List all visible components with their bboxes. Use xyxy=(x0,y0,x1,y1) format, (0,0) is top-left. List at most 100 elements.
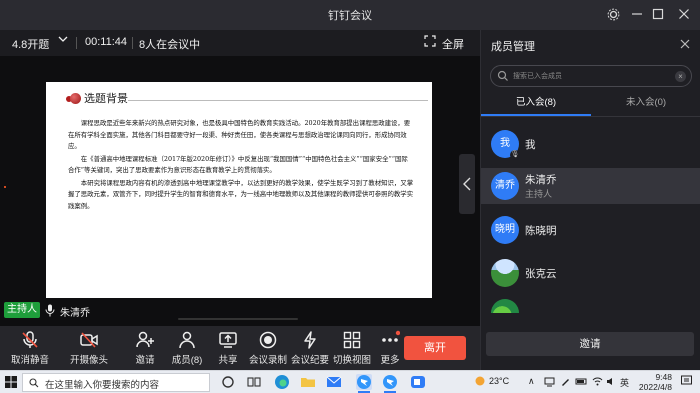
meeting-title[interactable]: 4.8开题 xyxy=(12,36,49,52)
invite-button-panel[interactable]: 邀请 xyxy=(486,332,694,356)
more-button[interactable]: 更多 xyxy=(376,330,404,366)
slide-paragraph: 课程思政是近些年来新兴的热点研究对象，也是极具中国特色的教育实践活动。2020年… xyxy=(68,119,411,150)
meeting-duration: 00:11:44 xyxy=(85,36,128,48)
tab-not-joined[interactable]: 未入会(0) xyxy=(591,94,700,108)
volume-icon[interactable] xyxy=(606,376,617,389)
slide-scrollbar[interactable] xyxy=(178,318,298,320)
mic-small-icon: 🎙 xyxy=(510,150,520,160)
chevron-down-icon[interactable] xyxy=(58,34,68,47)
member-item[interactable]: 清乔 朱清乔 主持人 xyxy=(481,168,700,204)
weather-icon[interactable] xyxy=(474,375,486,389)
clock-time: 9:48 xyxy=(655,372,672,382)
notes-button[interactable]: 会议纪要 xyxy=(290,330,330,366)
video-app-icon[interactable] xyxy=(410,374,426,390)
edge-browser-icon[interactable] xyxy=(274,374,290,390)
search-icon xyxy=(497,70,508,81)
dingtalk-meeting-icon[interactable] xyxy=(382,374,398,393)
share-button[interactable]: 共享 xyxy=(214,330,242,366)
participants-status: 8人在会议中 xyxy=(139,39,201,51)
slide-paragraph: 本研究将课程思政内容有机的渗透到高中地理课堂教学中，以达到更好的教学效果，使学生… xyxy=(68,178,414,210)
member-name: 我 xyxy=(525,139,536,151)
members-panel: 成员管理 搜索已入会成员 × 已入会(8) 未入会(0) 我 🎙 我 清乔 朱清… xyxy=(480,30,700,370)
slide-heading: 选题背景 xyxy=(84,92,128,105)
restore-icon[interactable] xyxy=(649,5,667,23)
divider xyxy=(132,37,133,49)
windows-start-icon[interactable] xyxy=(5,376,17,388)
members-icon xyxy=(179,331,195,349)
member-search-input[interactable]: 搜索已入会成员 × xyxy=(490,65,692,87)
network-icon[interactable] xyxy=(544,376,555,389)
mic-muted-icon xyxy=(22,331,38,348)
avatar xyxy=(491,259,519,287)
panel-title: 成员管理 xyxy=(491,41,535,53)
tray-chevron-icon[interactable]: ∧ xyxy=(528,376,535,387)
camera-button[interactable]: 开摄像头 xyxy=(68,330,110,366)
bullet-ball-icon xyxy=(70,93,81,104)
slide-paragraph: 在《普通高中地理课程标准（2017年版2020年修订）》中反复出现“我国国情”“… xyxy=(68,154,408,175)
toolbar-label: 会议纪要 xyxy=(290,355,329,366)
avatar: 清乔 xyxy=(491,172,519,200)
member-name: 朱清乔 xyxy=(525,174,557,186)
wifi-icon[interactable] xyxy=(592,376,603,389)
tab-joined[interactable]: 已入会(8) xyxy=(481,94,591,108)
notification-icon[interactable] xyxy=(680,374,693,389)
share-screen-icon xyxy=(219,332,237,348)
member-item[interactable]: 我 🎙 我 xyxy=(481,126,700,162)
settings-icon[interactable] xyxy=(604,5,622,23)
member-name: 陈晓明 xyxy=(525,225,557,237)
toolbar-label: 邀请 xyxy=(135,355,155,366)
divider xyxy=(76,37,77,49)
minimize-icon[interactable] xyxy=(628,5,646,23)
member-role: 主持人 xyxy=(525,189,553,199)
slide-heading-row: 选题背景 xyxy=(66,90,428,108)
cortana-icon[interactable] xyxy=(220,374,236,390)
avatar xyxy=(491,299,519,313)
toolbar-label: 成员(8) xyxy=(171,355,203,366)
leave-button[interactable]: 离开 xyxy=(404,336,466,360)
record-icon xyxy=(259,331,277,349)
invite-button[interactable]: 邀请 xyxy=(130,330,160,366)
toolbar-label: 取消静音 xyxy=(10,355,49,366)
member-item[interactable] xyxy=(481,295,700,313)
system-clock[interactable]: 9:48 2022/4/8 xyxy=(628,372,672,392)
window-title: 钉钉会议 xyxy=(328,10,372,22)
collapse-panel-button[interactable] xyxy=(459,154,475,214)
clear-icon[interactable]: × xyxy=(675,71,686,82)
switch-view-button[interactable]: 切换视图 xyxy=(332,330,372,366)
close-icon[interactable] xyxy=(680,36,690,52)
tab-divider xyxy=(481,116,700,117)
toolbar-label: 共享 xyxy=(218,355,238,366)
close-icon[interactable] xyxy=(675,5,693,23)
shared-slide: 选题背景 课程思政是近些年来新兴的热点研究对象，也是极具中国特色的教育实践活动。… xyxy=(46,82,432,320)
active-tab-indicator xyxy=(481,114,591,116)
more-icon xyxy=(382,330,400,342)
record-button[interactable]: 会议录制 xyxy=(248,330,288,366)
battery-icon[interactable] xyxy=(575,376,588,389)
mail-icon[interactable] xyxy=(326,374,342,390)
members-button[interactable]: 成员(8) xyxy=(170,330,204,366)
host-tag: 主持人 xyxy=(4,302,40,318)
speaker-name: 朱清乔 xyxy=(60,308,90,319)
file-explorer-icon[interactable] xyxy=(300,374,316,390)
pen-icon[interactable] xyxy=(560,376,571,389)
toolbar-label: 会议录制 xyxy=(248,355,287,366)
weather-temp[interactable]: 23°C xyxy=(489,376,509,386)
fullscreen-button[interactable]: 全屏 xyxy=(442,36,464,52)
search-placeholder: 搜索已入会成员 xyxy=(513,73,562,80)
taskbar-search-placeholder: 在这里输入你要搜索的内容 xyxy=(45,380,160,391)
toolbar-label: 更多 xyxy=(380,355,400,366)
red-marker xyxy=(4,186,6,188)
member-item[interactable]: 晓明 陈晓明 xyxy=(481,212,700,248)
task-view-icon[interactable] xyxy=(246,374,262,390)
unmute-button[interactable]: 取消静音 xyxy=(10,330,50,366)
shared-screen-stage: 选题背景 课程思政是近些年来新兴的热点研究对象，也是极具中国特色的教育实践活动。… xyxy=(0,56,480,326)
window-titlebar: 钉钉会议 xyxy=(0,0,700,30)
taskbar-search-input[interactable]: 在这里输入你要搜索的内容 xyxy=(22,373,210,392)
toolbar-label: 切换视图 xyxy=(332,355,371,366)
camera-off-icon xyxy=(80,332,98,348)
dingtalk-icon[interactable] xyxy=(356,374,372,393)
clock-date: 2022/4/8 xyxy=(638,382,672,392)
member-item[interactable]: 张克云 xyxy=(481,255,700,291)
os-taskbar: 在这里输入你要搜索的内容 23°C ∧ 英 9:48 2022/4/8 xyxy=(0,370,700,393)
fullscreen-icon[interactable] xyxy=(424,35,436,50)
